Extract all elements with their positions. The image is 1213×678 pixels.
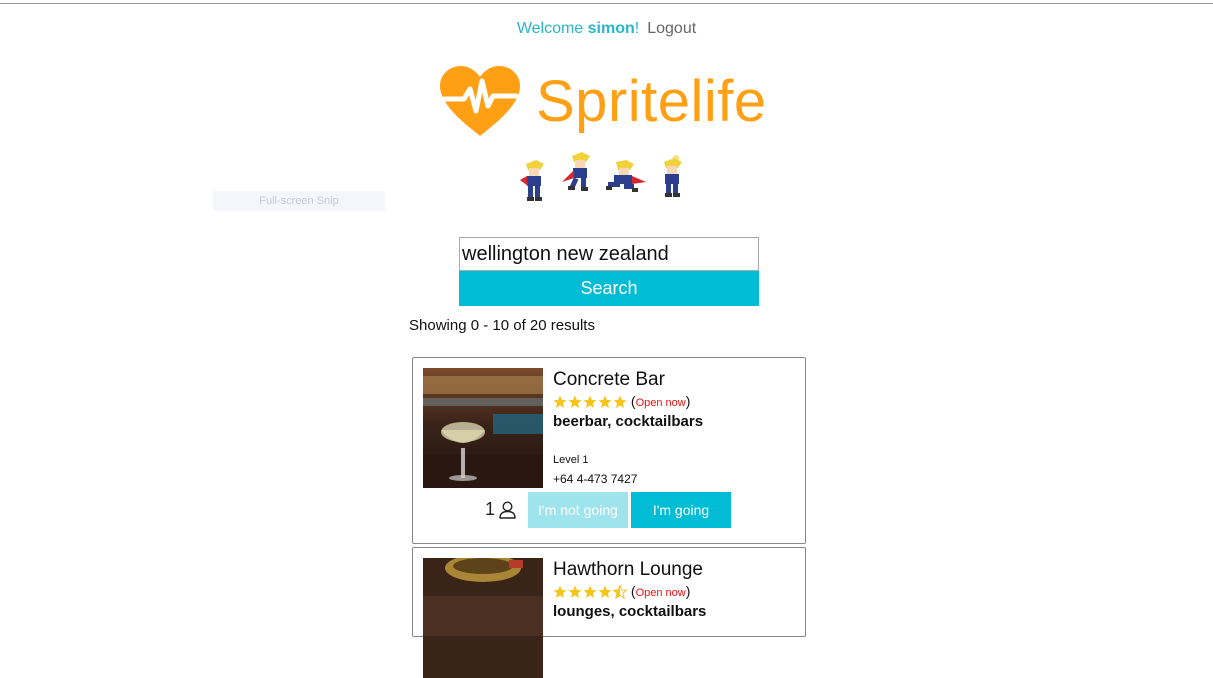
username: simon: [587, 20, 635, 37]
star-rating: [553, 395, 627, 409]
venue-name[interactable]: Hawthorn Lounge: [553, 559, 703, 581]
venue-categories: beerbar, cocktailbars: [553, 413, 704, 430]
results-summary: Showing 0 - 10 of 20 results: [409, 317, 595, 334]
venue-categories: lounges, cocktailbars: [553, 603, 707, 620]
logout-link[interactable]: Logout: [647, 20, 696, 37]
brand-name: Spritelife: [536, 69, 767, 134]
going-button[interactable]: I'm going: [631, 492, 731, 528]
venue-address: Level 1: [553, 454, 589, 466]
open-status: Open now: [635, 397, 686, 409]
user-bar: Welcome simon! Logout: [0, 20, 1213, 38]
star-rating: [553, 585, 627, 600]
not-going-button[interactable]: I'm not going: [528, 492, 628, 528]
search-button[interactable]: Search: [459, 271, 759, 306]
search-input[interactable]: [459, 237, 759, 271]
full-screen-snip-overlay: Full-screen Snip: [213, 191, 385, 211]
sprite-characters-image: [520, 152, 682, 201]
heart-pulse-icon: [440, 66, 520, 136]
venue-photo[interactable]: [423, 558, 543, 678]
top-border: [0, 3, 1213, 4]
result-card: Hawthorn Lounge (Open now) lounges, cock…: [412, 547, 806, 678]
venue-name[interactable]: Concrete Bar: [553, 369, 665, 391]
venue-photo[interactable]: [423, 368, 543, 488]
rating-row: (Open now): [553, 583, 690, 600]
rating-row: (Open now): [553, 393, 690, 409]
going-count-value: 1: [485, 499, 496, 519]
open-status: Open now: [635, 587, 686, 599]
welcome-text: Welcome simon!: [516, 20, 640, 37]
brand-logo[interactable]: Spritelife: [438, 66, 767, 138]
result-card: Concrete Bar (Open now) beerbar, cocktai…: [412, 357, 806, 544]
venue-phone: +64 4-473 7427: [553, 472, 638, 486]
user-icon: [499, 500, 516, 519]
going-count: 1: [485, 499, 516, 520]
